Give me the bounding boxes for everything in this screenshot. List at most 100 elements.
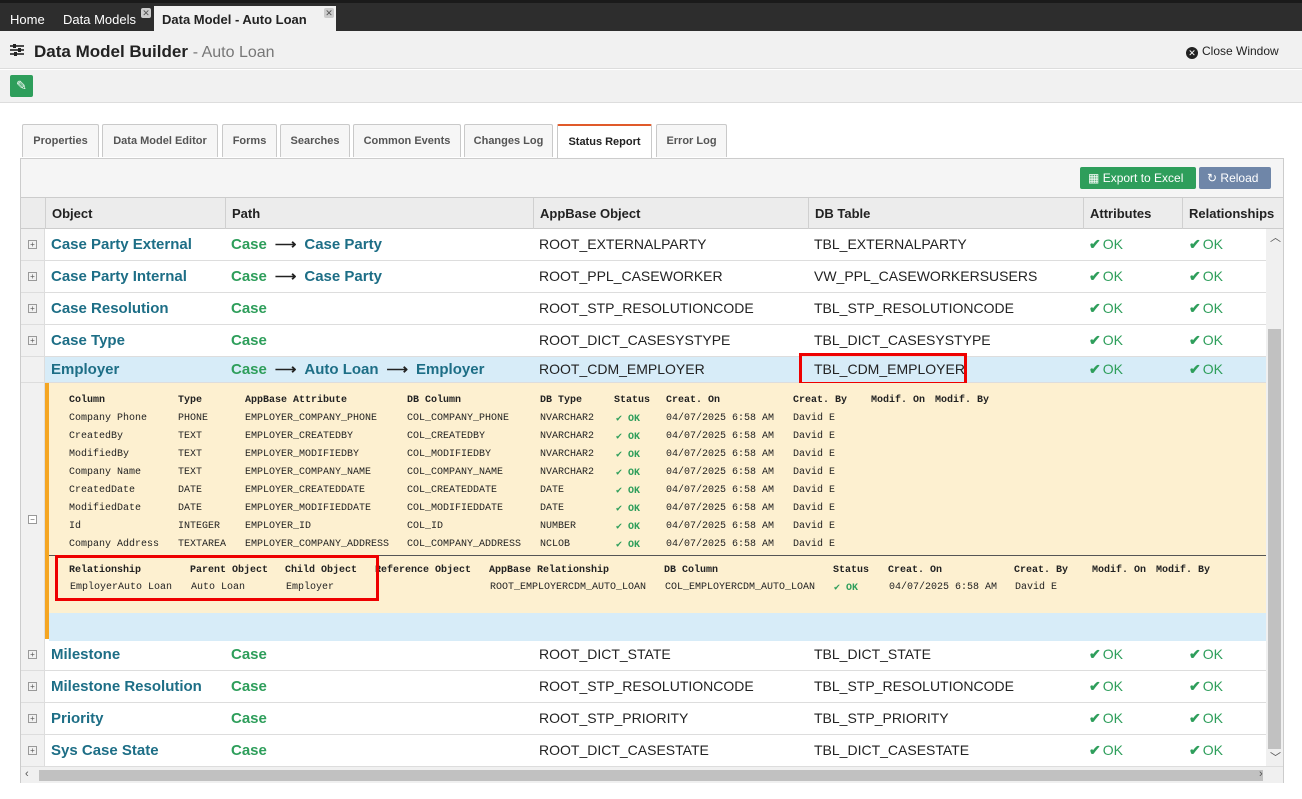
attr-cell: ✔ OK xyxy=(616,485,640,497)
attr-cell: ModifiedDate xyxy=(69,503,142,514)
table-row[interactable]: + Milestone Resolution Case ROOT_STP_RESOLU… xyxy=(21,671,1266,703)
object-path[interactable]: Case ⟶ Auto Loan ⟶ Employer xyxy=(231,357,484,382)
attr-cell: DATE xyxy=(540,485,565,496)
table-row[interactable]: + Priority Case ROOT_STP_PRIORITY TBL_STP_PR… xyxy=(21,703,1266,735)
rel-cell: 04/07/2025 6:58 AM xyxy=(889,582,998,593)
object-path[interactable]: Case xyxy=(231,703,267,734)
tab-error-log[interactable]: Error Log xyxy=(656,124,727,157)
object-path[interactable]: Case xyxy=(231,735,267,766)
relationships-status: ✔ OK xyxy=(1189,229,1223,260)
check-icon: ✔ xyxy=(616,504,629,515)
object-name[interactable]: Sys Case State xyxy=(51,735,159,766)
attr-cell: COL_MODIFIEDDATE xyxy=(407,503,504,514)
tab-changes-log[interactable]: Changes Log xyxy=(464,124,553,157)
path-segment[interactable]: Case xyxy=(231,236,267,253)
expand-icon[interactable]: + xyxy=(28,650,37,659)
object-path[interactable]: Case xyxy=(231,639,267,670)
close-window-button[interactable]: ✕ Close Window xyxy=(1186,44,1279,59)
object-name[interactable]: Case Type xyxy=(51,325,125,356)
attr-cell: EMPLOYER_ID xyxy=(245,521,312,532)
path-segment[interactable]: Case Party xyxy=(304,268,382,285)
rel-header: AppBase Relationship xyxy=(489,565,610,576)
check-icon: ✔ xyxy=(1189,646,1201,662)
col-db-table[interactable]: DB Table xyxy=(808,198,1084,229)
tab-data-model-editor[interactable]: Data Model Editor xyxy=(102,124,218,157)
table-row[interactable]: + Case Party Internal Case ⟶ Case Party ROOT_… xyxy=(21,261,1266,293)
table-row[interactable]: Employer Case ⟶ Auto Loan ⟶ Employer ROOT_CDM_… xyxy=(21,353,1266,385)
object-path[interactable]: Case xyxy=(231,671,267,702)
path-segment[interactable]: Auto Loan xyxy=(304,361,378,378)
object-name[interactable]: Milestone xyxy=(51,639,120,670)
ok-label: OK xyxy=(1202,332,1223,348)
tab-data-models[interactable]: Data Models xyxy=(55,6,144,34)
table-row[interactable]: + Case Type Case ROOT_DICT_CASESYSTYPE TBL_D… xyxy=(21,325,1266,357)
object-path[interactable]: Case ⟶ Case Party xyxy=(231,229,382,260)
expand-icon[interactable]: + xyxy=(28,304,37,313)
col-object[interactable]: Object xyxy=(45,198,226,229)
col-appbase-object[interactable]: AppBase Object xyxy=(533,198,809,229)
object-name[interactable]: Case Party Internal xyxy=(51,261,187,292)
export-to-excel-button[interactable]: ▦ Export to Excel xyxy=(1080,167,1196,189)
expand-icon[interactable]: + xyxy=(28,272,37,281)
horizontal-scrollbar[interactable]: ‹ › xyxy=(21,766,1283,783)
table-row[interactable]: + Milestone Case ROOT_DICT_STATE TBL_DICT_ST… xyxy=(21,639,1266,671)
expand-icon[interactable]: + xyxy=(28,746,37,755)
path-segment[interactable]: Case xyxy=(231,361,267,378)
expand-icon[interactable]: + xyxy=(28,240,37,249)
col-path[interactable]: Path xyxy=(225,198,534,229)
tab-status-report[interactable]: Status Report xyxy=(557,124,652,158)
expand-icon[interactable]: + xyxy=(28,682,37,691)
attributes-status: ✔ OK xyxy=(1089,639,1123,670)
table-row[interactable]: + Case Resolution Case ROOT_STP_RESOLUTIONC… xyxy=(21,293,1266,325)
page-title: Data Model Builder - Auto Loan xyxy=(34,42,275,61)
ok-label: OK xyxy=(628,450,641,461)
rel-header: Modif. On xyxy=(1092,565,1147,576)
path-segment[interactable]: Case xyxy=(231,332,267,349)
path-segment[interactable]: Case xyxy=(231,742,267,759)
attr-cell: ✔ OK xyxy=(616,431,640,443)
reload-button[interactable]: ↻ Reload xyxy=(1199,167,1271,189)
col-relationships[interactable]: Relationships xyxy=(1182,198,1283,229)
tab-data-model-auto-loan[interactable]: Data Model - Auto Loan xyxy=(154,6,336,34)
collapse-icon[interactable]: − xyxy=(28,515,37,524)
attr-cell: EMPLOYER_MODIFIEDDATE xyxy=(245,503,372,514)
attr-cell: EMPLOYER_COMPANY_ADDRESS xyxy=(245,539,390,550)
tab-home[interactable]: Home xyxy=(2,6,53,34)
attr-cell: TEXTAREA xyxy=(178,539,227,550)
object-path[interactable]: Case xyxy=(231,325,267,356)
expand-icon[interactable]: + xyxy=(28,714,37,723)
vertical-scrollbar[interactable]: ︿ ﹀ xyxy=(1266,229,1283,766)
path-segment[interactable]: Case xyxy=(231,646,267,663)
col-attributes[interactable]: Attributes xyxy=(1083,198,1183,229)
close-tab-icon[interactable]: ✕ xyxy=(141,8,151,18)
sliders-icon xyxy=(10,44,24,56)
object-name[interactable]: Milestone Resolution xyxy=(51,671,202,702)
object-name[interactable]: Priority xyxy=(51,703,104,734)
expand-icon[interactable]: + xyxy=(28,336,37,345)
path-segment[interactable]: Case xyxy=(231,710,267,727)
close-tab-icon[interactable]: ✕ xyxy=(324,8,334,18)
tab-forms[interactable]: Forms xyxy=(222,124,277,157)
path-segment[interactable]: Case xyxy=(231,300,267,317)
attributes-status: ✔ OK xyxy=(1089,325,1123,356)
table-row[interactable]: + Case Party External Case ⟶ Case Party ROOT_… xyxy=(21,229,1266,261)
ok-label: OK xyxy=(1102,646,1123,662)
object-name[interactable]: Case Resolution xyxy=(51,293,169,324)
rel-cell: ROOT_EMPLOYERCDM_AUTO_LOAN xyxy=(490,582,647,593)
ok-label: OK xyxy=(1202,742,1223,758)
path-segment[interactable]: Employer xyxy=(416,361,484,378)
tab-common-events[interactable]: Common Events xyxy=(353,124,461,157)
tab-searches[interactable]: Searches xyxy=(280,124,350,157)
edit-pencil-button[interactable]: ✎ xyxy=(10,75,33,97)
object-path[interactable]: Case xyxy=(231,293,267,324)
object-path[interactable]: Case ⟶ Case Party xyxy=(231,261,382,292)
tab-properties[interactable]: Properties xyxy=(22,124,99,157)
table-row[interactable]: + Sys Case State Case ROOT_DICT_CASESTATE TB… xyxy=(21,735,1266,766)
attr-header: Modif. On xyxy=(871,395,926,406)
path-segment[interactable]: Case xyxy=(231,678,267,695)
object-name[interactable]: Case Party External xyxy=(51,229,192,260)
appbase-object: ROOT_STP_PRIORITY xyxy=(539,710,689,726)
path-segment[interactable]: Case xyxy=(231,268,267,285)
object-name[interactable]: Employer xyxy=(51,357,119,382)
path-segment[interactable]: Case Party xyxy=(304,236,382,253)
